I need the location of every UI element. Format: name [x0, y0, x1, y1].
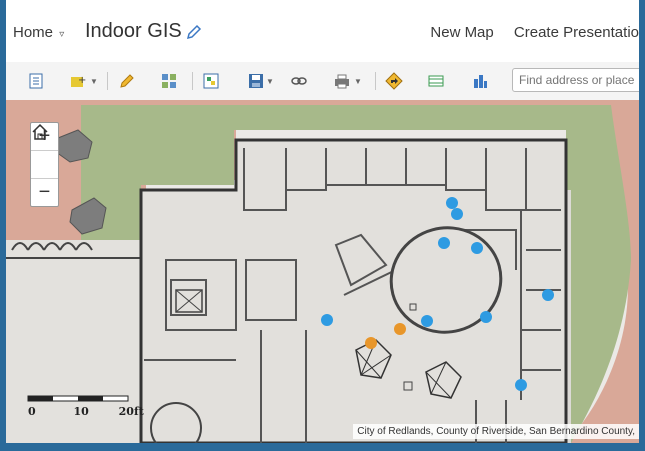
- points-layer: [321, 197, 554, 391]
- edit-title-icon[interactable]: [186, 24, 202, 40]
- blue-point-marker[interactable]: [515, 379, 527, 391]
- blue-point-marker[interactable]: [451, 208, 463, 220]
- analysis-icon[interactable]: [470, 71, 490, 91]
- toolbar-separator: [107, 72, 108, 90]
- basemap-icon[interactable]: [159, 71, 179, 91]
- zoom-control: + −: [30, 122, 59, 207]
- header-bar: Home ▿ Indoor GIS New Map Create Present…: [6, 0, 639, 62]
- blue-point-marker[interactable]: [471, 242, 483, 254]
- orange-point-marker[interactable]: [365, 337, 377, 349]
- measure-icon[interactable]: [426, 71, 446, 91]
- zoom-out-button[interactable]: −: [31, 179, 58, 206]
- toolbar: + ▼ ▼ ▼: [6, 62, 639, 101]
- share-link-icon[interactable]: [289, 71, 309, 91]
- home-menu[interactable]: Home ▿: [13, 24, 64, 41]
- home-extent-button[interactable]: [31, 123, 58, 179]
- chevron-down-icon: ▿: [59, 29, 65, 40]
- edit-icon[interactable]: [117, 71, 137, 91]
- svg-text:+: +: [78, 75, 86, 86]
- add-content-icon[interactable]: +: [68, 71, 88, 91]
- chevron-down-icon[interactable]: ▼: [90, 77, 98, 86]
- home-icon: [32, 123, 48, 140]
- scale-bar: 0 10 20ft: [28, 405, 144, 418]
- chevron-down-icon[interactable]: ▼: [354, 77, 362, 86]
- blue-point-marker[interactable]: [480, 311, 492, 323]
- blue-point-marker[interactable]: [421, 315, 433, 327]
- header-nav: New Map Create Presentatio: [430, 24, 639, 41]
- legend-icon[interactable]: [201, 71, 221, 91]
- chevron-down-icon[interactable]: ▼: [266, 77, 274, 86]
- new-map-link[interactable]: New Map: [430, 24, 493, 41]
- toolbar-separator: [375, 72, 376, 90]
- scale-label-ten: 10: [73, 405, 89, 418]
- scale-label-zero: 0: [28, 405, 36, 418]
- map-viewer-window: Home ▿ Indoor GIS New Map Create Present…: [6, 0, 639, 443]
- blue-point-marker[interactable]: [438, 237, 450, 249]
- home-label: Home: [13, 24, 54, 41]
- blue-point-marker[interactable]: [321, 314, 333, 326]
- create-presentation-link[interactable]: Create Presentatio: [514, 24, 639, 41]
- details-icon[interactable]: [26, 71, 46, 91]
- directions-icon[interactable]: [384, 71, 404, 91]
- map-attribution[interactable]: City of Redlands, County of Riverside, S…: [353, 424, 639, 439]
- search-input[interactable]: [512, 68, 639, 92]
- print-icon[interactable]: [332, 71, 352, 91]
- blue-point-marker[interactable]: [542, 289, 554, 301]
- blue-point-marker[interactable]: [446, 197, 458, 209]
- toolbar-separator: [192, 72, 193, 90]
- save-icon[interactable]: [246, 71, 266, 91]
- orange-point-marker[interactable]: [394, 323, 406, 335]
- page-title: Indoor GIS: [85, 20, 182, 42]
- scale-label-twenty: 20ft: [118, 405, 144, 418]
- map-canvas[interactable]: + − 0 10 20ft City of Redlands, County o…: [6, 100, 639, 443]
